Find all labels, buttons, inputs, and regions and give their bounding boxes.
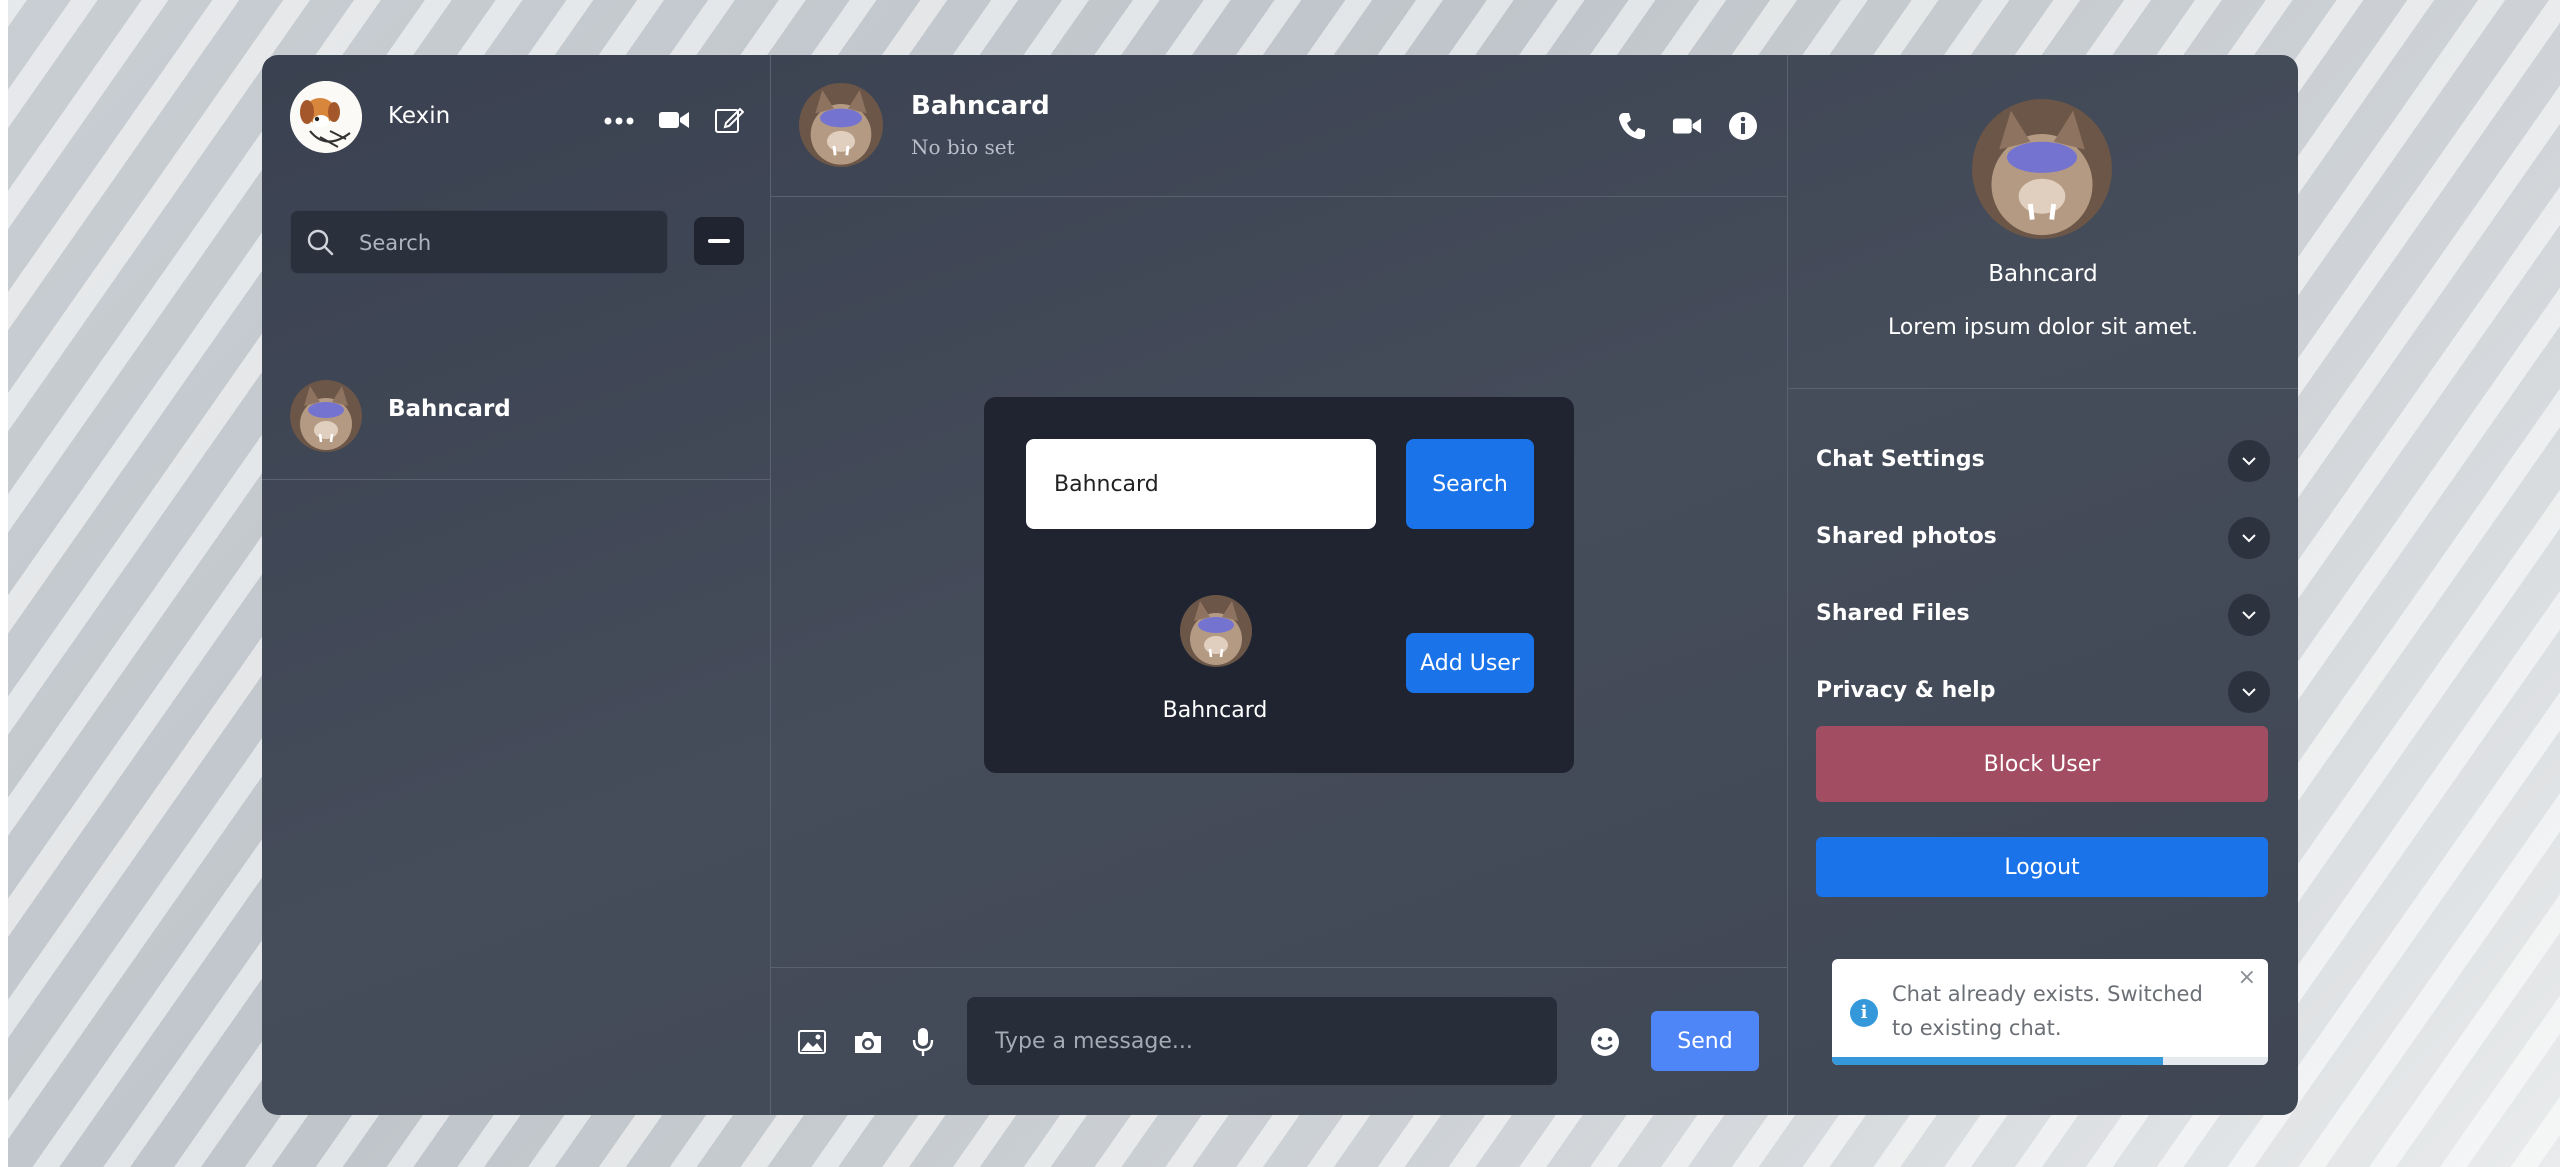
chat-settings-section[interactable]: Chat Settings xyxy=(1816,437,2270,485)
more-options-icon[interactable] xyxy=(604,115,634,127)
image-icon[interactable] xyxy=(797,1029,827,1055)
chat-header: Bahncard No bio set xyxy=(771,55,1787,197)
search-icon xyxy=(307,229,334,256)
section-label: Shared Files xyxy=(1816,601,1970,626)
minus-icon xyxy=(708,239,730,243)
close-icon[interactable]: × xyxy=(2238,965,2256,990)
video-call-icon[interactable] xyxy=(658,109,690,131)
video-call-icon[interactable] xyxy=(1672,115,1702,137)
search-result-avatar xyxy=(1180,595,1252,667)
message-input[interactable] xyxy=(967,997,1557,1085)
section-label: Shared photos xyxy=(1816,524,1997,549)
toggle-add-user-button[interactable] xyxy=(694,217,744,265)
chevron-down-icon[interactable] xyxy=(2228,594,2270,636)
section-label: Chat Settings xyxy=(1816,447,1985,472)
camera-icon[interactable] xyxy=(853,1029,883,1055)
message-composer: Send xyxy=(771,967,1787,1115)
cat-avatar-icon xyxy=(1180,595,1252,667)
user-search-input[interactable] xyxy=(1026,439,1376,529)
logout-button[interactable]: Logout xyxy=(1816,837,2268,897)
shared-photos-section[interactable]: Shared photos xyxy=(1816,514,2270,562)
chat-search-input[interactable] xyxy=(357,211,651,275)
profile-name: Bahncard xyxy=(1988,261,2098,287)
compose-icon[interactable] xyxy=(714,105,744,135)
toast-notification: i Chat already exists. Switched to exist… xyxy=(1832,959,2268,1065)
dog-avatar-icon xyxy=(290,81,362,153)
toast-progress-bar xyxy=(1832,1057,2164,1065)
add-user-button[interactable]: Add User xyxy=(1406,633,1534,693)
chat-details-panel: Bahncard Lorem ipsum dolor sit amet. Cha… xyxy=(1788,55,2298,1115)
cat-avatar-icon xyxy=(290,380,362,452)
phone-icon[interactable] xyxy=(1617,111,1647,141)
chat-list-panel: Kexin Search Bahncard xyxy=(262,55,771,1115)
block-user-button[interactable]: Block User xyxy=(1816,726,2268,802)
info-icon[interactable] xyxy=(1728,111,1758,141)
send-button[interactable]: Send xyxy=(1651,1011,1759,1071)
chat-item-avatar xyxy=(290,380,362,452)
chevron-down-icon[interactable] xyxy=(2228,671,2270,713)
shared-files-section[interactable]: Shared Files xyxy=(1816,591,2270,639)
privacy-help-section[interactable]: Privacy & help xyxy=(1816,668,2270,716)
microphone-icon[interactable] xyxy=(911,1026,935,1058)
profile-avatar xyxy=(1972,99,2112,239)
search-result-name: Bahncard xyxy=(1162,698,1268,723)
toast-message: Chat already exists. Switched to existin… xyxy=(1892,982,2203,1040)
cat-avatar-icon xyxy=(799,83,883,167)
profile-bio: Lorem ipsum dolor sit amet. xyxy=(1887,315,2199,340)
chat-list-item[interactable]: Bahncard xyxy=(262,345,770,480)
chevron-down-icon[interactable] xyxy=(2228,517,2270,559)
info-icon: i xyxy=(1850,999,1878,1027)
chat-search-box xyxy=(290,210,668,275)
chevron-down-icon[interactable] xyxy=(2228,440,2270,482)
user-search-button[interactable]: Search xyxy=(1406,439,1534,529)
conversation-panel: Bahncard No bio set Search xyxy=(771,55,1788,1115)
chat-header-avatar[interactable] xyxy=(799,83,883,167)
add-user-modal: Search Bahncard Add User xyxy=(984,397,1574,773)
chat-item-name: Bahncard xyxy=(388,396,511,422)
chat-app-window: Kexin Search Bahncard Bahncard No bio se… xyxy=(262,55,2298,1115)
cat-avatar-icon xyxy=(1972,99,2112,239)
section-label: Privacy & help xyxy=(1816,678,1996,703)
user-avatar[interactable] xyxy=(290,81,362,153)
chat-header-bio: No bio set xyxy=(911,135,1015,159)
profile-summary: Bahncard Lorem ipsum dolor sit amet. xyxy=(1788,55,2298,389)
current-user-name: Kexin xyxy=(388,103,451,129)
chat-header-name: Bahncard xyxy=(911,91,1050,121)
emoji-icon[interactable] xyxy=(1589,1026,1621,1058)
